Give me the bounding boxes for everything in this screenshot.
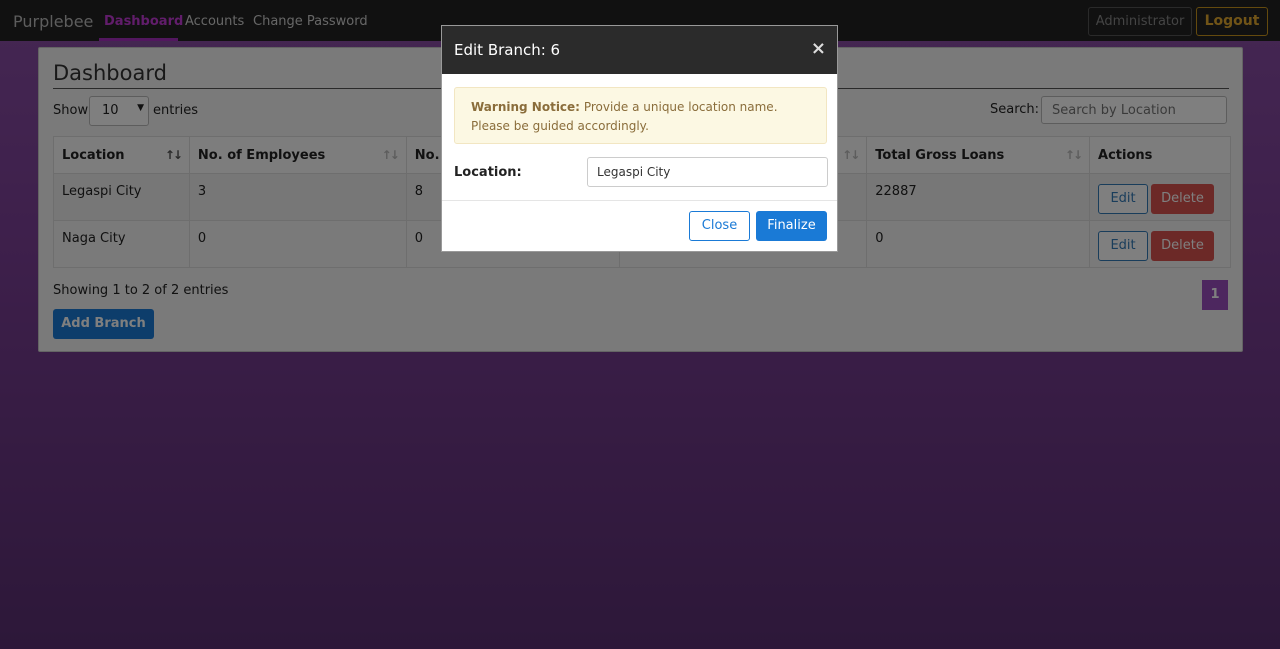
- warning-notice: Warning Notice: Provide a unique locatio…: [454, 87, 827, 144]
- modal-header: Edit Branch: 6 ×: [442, 26, 837, 74]
- close-icon[interactable]: ×: [811, 38, 826, 59]
- location-label: Location:: [454, 165, 522, 180]
- modal-title: Edit Branch: 6: [454, 41, 561, 59]
- warning-title: Warning Notice:: [471, 100, 580, 114]
- close-button[interactable]: Close: [689, 211, 750, 241]
- edit-branch-modal: Edit Branch: 6 × Warning Notice: Provide…: [441, 25, 838, 252]
- finalize-button[interactable]: Finalize: [756, 211, 827, 241]
- modal-footer-divider: [442, 200, 837, 201]
- location-input[interactable]: [587, 157, 828, 187]
